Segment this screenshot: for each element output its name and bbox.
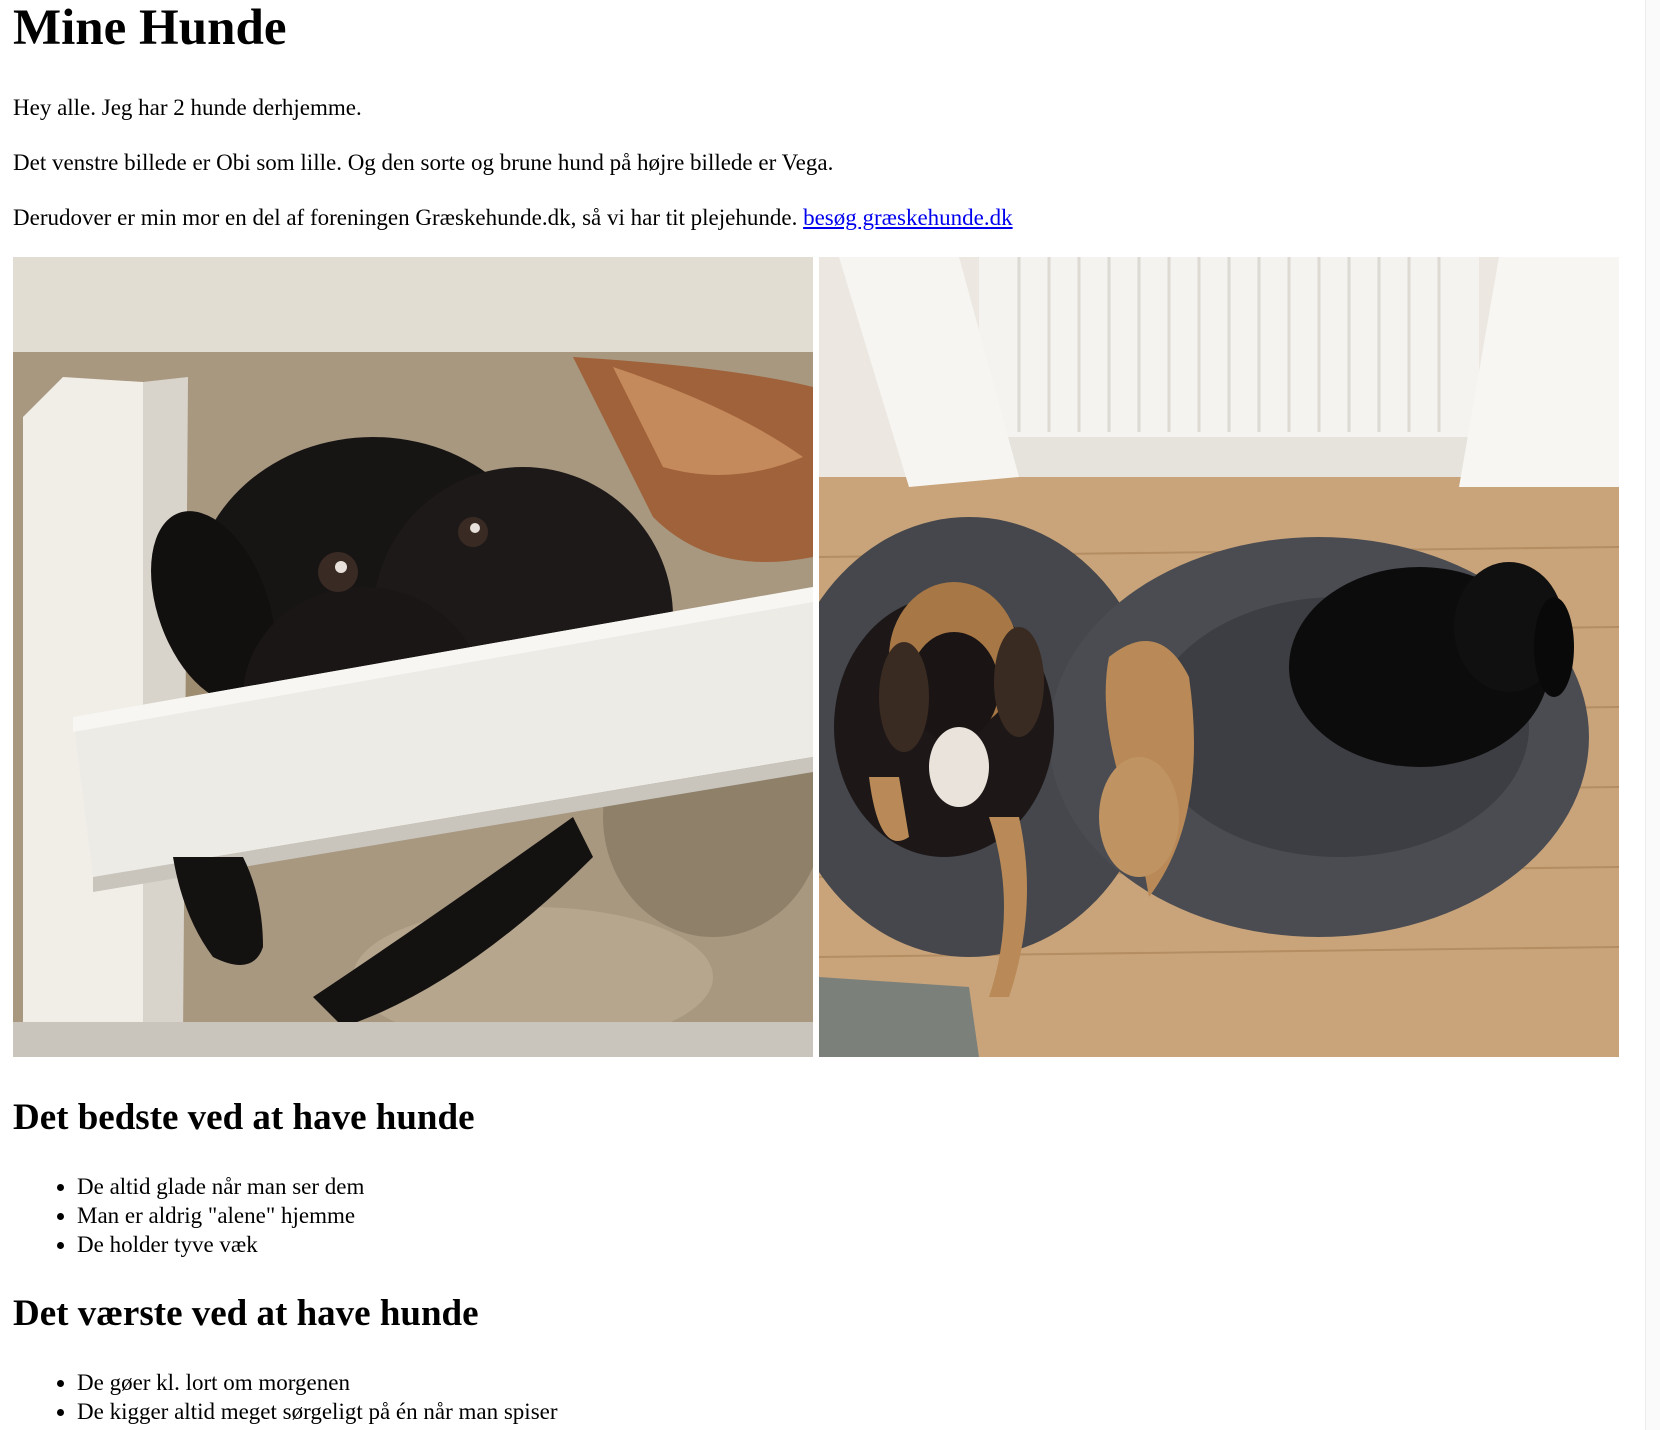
- list-item: De holder tyve væk: [77, 1230, 364, 1259]
- scrollbar[interactable]: [1645, 0, 1660, 1430]
- dogs-in-beds-photo: [819, 257, 1619, 1057]
- list-item: De kigger altid meget sørgeligt på én nå…: [77, 1397, 558, 1426]
- list-item: De gøer kl. lort om morgenen: [77, 1368, 558, 1397]
- puppy-photo-icon: [13, 257, 813, 1057]
- association-paragraph: Derudover er min mor en del af foreninge…: [13, 204, 1013, 232]
- best-list: De altid glade når man ser dem Man er al…: [13, 1172, 364, 1259]
- association-text: Derudover er min mor en del af foreninge…: [13, 205, 804, 230]
- puppy-photo: [13, 257, 813, 1057]
- association-link[interactable]: besøg græskehunde.dk: [803, 205, 1013, 230]
- worst-list: De gøer kl. lort om morgenen De kigger a…: [13, 1368, 558, 1426]
- intro-paragraph: Hey alle. Jeg har 2 hunde derhjemme.: [13, 95, 362, 120]
- photos-caption-paragraph: Det venstre billede er Obi som lille. Og…: [13, 150, 834, 175]
- best-heading: Det bedste ved at have hunde: [13, 1097, 475, 1138]
- worst-heading: Det værste ved at have hunde: [13, 1293, 479, 1334]
- list-item: De altid glade når man ser dem: [77, 1172, 364, 1201]
- page-title: Mine Hunde: [13, 0, 287, 56]
- dogs-photo-icon: [819, 257, 1619, 1057]
- list-item: Man er aldrig "alene" hjemme: [77, 1201, 364, 1230]
